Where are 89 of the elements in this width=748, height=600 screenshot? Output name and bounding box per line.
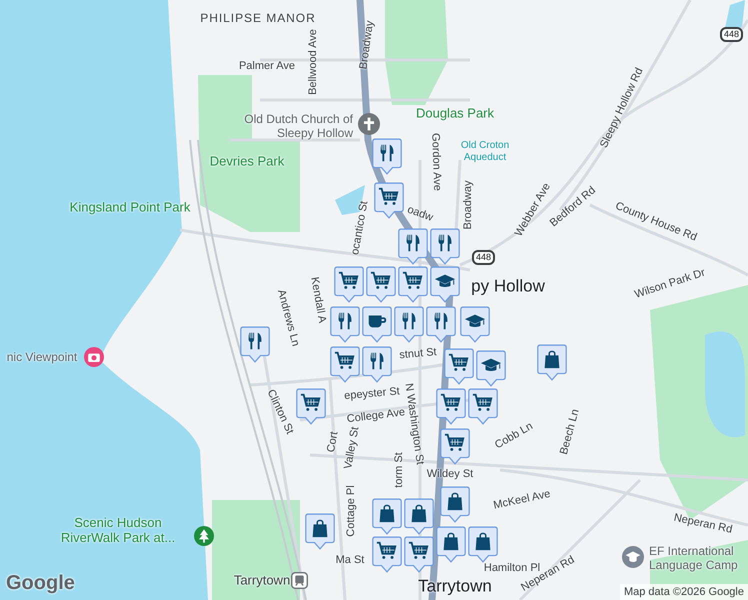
map-pin[interactable]	[372, 138, 402, 175]
town-label: py Hollow	[471, 275, 545, 298]
street-label: Ma St	[336, 552, 364, 568]
street-label: Andrews Ln	[274, 288, 303, 348]
map-pin[interactable]	[430, 266, 460, 303]
map-pin[interactable]	[330, 306, 360, 343]
map-pin[interactable]	[468, 388, 498, 425]
park-label: Devries Park	[210, 154, 284, 168]
route-shield: 448	[720, 27, 744, 42]
map-pin[interactable]	[476, 350, 506, 387]
map-pin[interactable]	[398, 228, 428, 265]
map-pin[interactable]	[460, 306, 490, 343]
town-label: Tarrytown	[418, 575, 492, 598]
trail-label: Old Croton Aqueduct	[460, 140, 510, 164]
map-pin[interactable]	[366, 266, 396, 303]
street-label: Valley St	[341, 426, 362, 470]
park-label: Kingsland Point Park	[70, 200, 190, 214]
street-label: Beech Ln	[556, 407, 583, 457]
shopping-cart-icon	[440, 392, 462, 414]
graduation-cap-icon	[622, 546, 644, 568]
street-label: Broadway	[356, 20, 378, 70]
shopping-cart-icon	[444, 432, 466, 454]
shopping-cart-icon	[448, 352, 470, 374]
map-pin[interactable]	[372, 536, 402, 573]
street-label: Wildey St	[426, 466, 474, 482]
train-icon	[291, 572, 308, 589]
map-pin[interactable]	[240, 326, 270, 363]
street-label: Cottage Pl	[344, 485, 358, 537]
map-pin[interactable]	[394, 306, 424, 343]
place-label: Old Dutch Church of Sleepy Hollow	[243, 112, 353, 140]
map-pin[interactable]	[440, 428, 470, 465]
street-label: stnut St	[398, 345, 438, 364]
map-pin[interactable]	[305, 513, 335, 550]
map-pin[interactable]	[537, 344, 567, 381]
street-label: Gordon Ave	[428, 132, 444, 192]
tree-icon	[194, 526, 214, 546]
street-label: Palmer Ave	[238, 58, 296, 74]
street-label: College Ave	[346, 405, 406, 426]
park-label: Scenic Hudson RiverWalk Park at...	[60, 515, 176, 545]
map-pin[interactable]	[404, 536, 434, 573]
route-shield: 448	[472, 250, 496, 265]
map-logo: Google	[6, 571, 75, 596]
map-pin[interactable]	[296, 388, 326, 425]
pond-water	[725, 0, 745, 28]
street-label: epeyster St	[344, 384, 400, 404]
map-pin[interactable]	[426, 306, 456, 343]
shopping-cart-icon	[370, 270, 392, 292]
place-label: nic Viewpoint	[6, 350, 78, 364]
map-pin[interactable]	[362, 306, 392, 343]
map-pin[interactable]	[362, 346, 392, 383]
street-label: Neperan Rd	[672, 510, 734, 538]
map-pin[interactable]	[404, 498, 434, 535]
map-pin[interactable]	[436, 388, 466, 425]
shopping-cart-icon	[408, 540, 430, 562]
map-pin[interactable]	[440, 486, 470, 523]
street-label: torm St	[392, 452, 406, 488]
map-pin[interactable]	[398, 266, 428, 303]
map-pin[interactable]	[334, 266, 364, 303]
street-label: Broadway	[460, 180, 475, 230]
map-pin[interactable]	[468, 526, 498, 563]
place-label: EF International Language Camp	[649, 544, 739, 572]
street-label: Cort	[324, 430, 342, 454]
district-label: PHILIPSE MANOR	[200, 10, 316, 27]
map-pin[interactable]	[436, 526, 466, 563]
shopping-cart-icon	[334, 350, 356, 372]
street-label: Bellwood Ave	[306, 29, 320, 95]
shopping-cart-icon	[378, 186, 400, 208]
shopping-cart-icon	[402, 270, 424, 292]
station-label: Tarrytown	[234, 571, 290, 590]
street-label: Wilson Park Dr	[632, 266, 708, 303]
street-label: oadw	[404, 202, 436, 226]
street-label: Clinton St	[264, 386, 297, 438]
camera-icon	[84, 347, 104, 367]
park-label: Douglas Park	[416, 106, 494, 120]
map-pin[interactable]	[330, 346, 360, 383]
street-label: ocantico St	[348, 200, 372, 256]
shopping-cart-icon	[300, 392, 322, 414]
map-pin[interactable]	[444, 348, 474, 385]
shopping-cart-icon	[376, 540, 398, 562]
map-pin[interactable]	[374, 182, 404, 219]
street-label: Kendall A	[307, 276, 330, 324]
shopping-cart-icon	[338, 270, 360, 292]
street-label: McKeel Ave	[492, 486, 552, 514]
cross-icon	[358, 113, 380, 135]
map-pin[interactable]	[372, 498, 402, 535]
map-attribution: Map data ©2026 Google	[620, 584, 748, 600]
street-label: Cobb Ln	[492, 419, 536, 454]
shopping-cart-icon	[472, 392, 494, 414]
map-pin[interactable]	[430, 228, 460, 265]
